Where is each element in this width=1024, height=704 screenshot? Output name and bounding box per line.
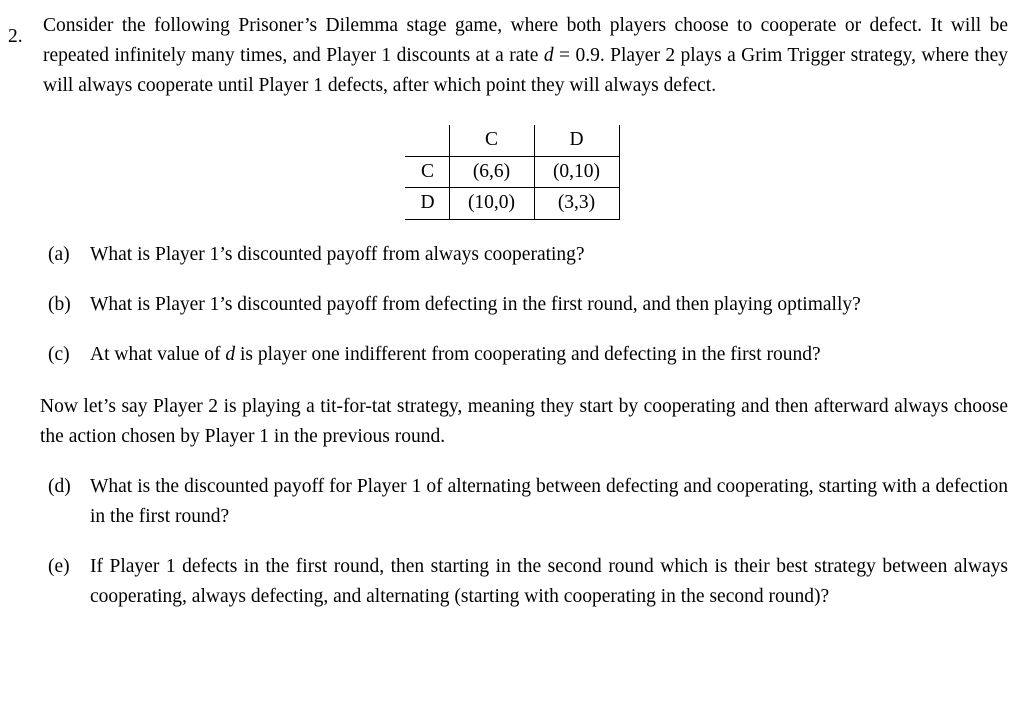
payoff-matrix-header-row: C D — [404, 125, 620, 157]
problem-number: 2. — [8, 26, 23, 47]
payoff-matrix-row-header-c: C — [404, 156, 450, 188]
payoff-matrix-cell-cd: (0,10) — [534, 156, 620, 188]
payoff-matrix-cell-cc: (6,6) — [449, 156, 535, 188]
payoff-matrix-head: C D — [404, 125, 620, 157]
payoff-matrix-corner-cell — [404, 125, 450, 157]
problem-intro-paragraph: Consider the following Prisoner’s Dilemm… — [43, 11, 1008, 101]
tit-for-tat-paragraph: Now let’s say Player 2 is playing a tit-… — [40, 395, 1008, 447]
subpart-c: (c) At what value of d is player one indi… — [0, 340, 1008, 370]
payoff-matrix-row-d: D (10,0) (3,3) — [404, 187, 620, 220]
subpart-c-label: (c) — [48, 343, 70, 365]
payoff-matrix-row-header-d: D — [404, 187, 450, 220]
subpart-a-label: (a) — [48, 243, 70, 265]
payoff-matrix-col-header-d: D — [534, 125, 620, 157]
payoff-matrix-body: C (6,6) (0,10) D (10,0) (3,3) — [404, 156, 620, 220]
subpart-c-text-after: is player one indifferent from cooperati… — [235, 343, 821, 365]
subpart-b: (b) What is Player 1’s discounted payoff… — [0, 290, 1008, 320]
payoff-matrix-cell-dd: (3,3) — [534, 187, 620, 220]
payoff-matrix-col-header-c: C — [449, 125, 535, 157]
subpart-c-text-before: At what value of — [90, 343, 226, 365]
payoff-matrix-table: C D C (6,6) (0,10) D (10,0) (3,3) — [404, 125, 620, 220]
subpart-e-text: If Player 1 defects in the first round, … — [90, 555, 1008, 607]
subpart-d: (d) What is the discounted payoff for Pl… — [0, 472, 1008, 532]
subpart-e: (e) If Player 1 defects in the first rou… — [0, 552, 1008, 612]
problem-item: 2. Consider the following Prisoner’s Dil… — [0, 11, 1024, 101]
subpart-b-label: (b) — [48, 293, 71, 315]
subpart-a-text: What is Player 1’s discounted payoff fro… — [90, 243, 585, 265]
subpart-c-math-variable-d: d — [225, 343, 236, 365]
payoff-matrix-cell-dc: (10,0) — [449, 187, 535, 220]
payoff-matrix-container: C D C (6,6) (0,10) D (10,0) (3,3) — [0, 125, 1024, 220]
subpart-b-text: What is Player 1’s discounted payoff fro… — [90, 293, 861, 315]
intro-math-variable-d: d — [543, 45, 554, 66]
subpart-e-label: (e) — [48, 555, 70, 577]
subparts-list-after: (d) What is the discounted payoff for Pl… — [0, 472, 1024, 612]
subpart-a: (a) What is Player 1’s discounted payoff… — [0, 240, 1008, 270]
subpart-d-label: (d) — [48, 475, 71, 497]
subpart-d-text: What is the discounted payoff for Player… — [90, 475, 1008, 527]
document-page: 2. Consider the following Prisoner’s Dil… — [0, 11, 1024, 704]
subparts-list-before: (a) What is Player 1’s discounted payoff… — [0, 240, 1024, 370]
payoff-matrix-row-c: C (6,6) (0,10) — [404, 156, 620, 188]
